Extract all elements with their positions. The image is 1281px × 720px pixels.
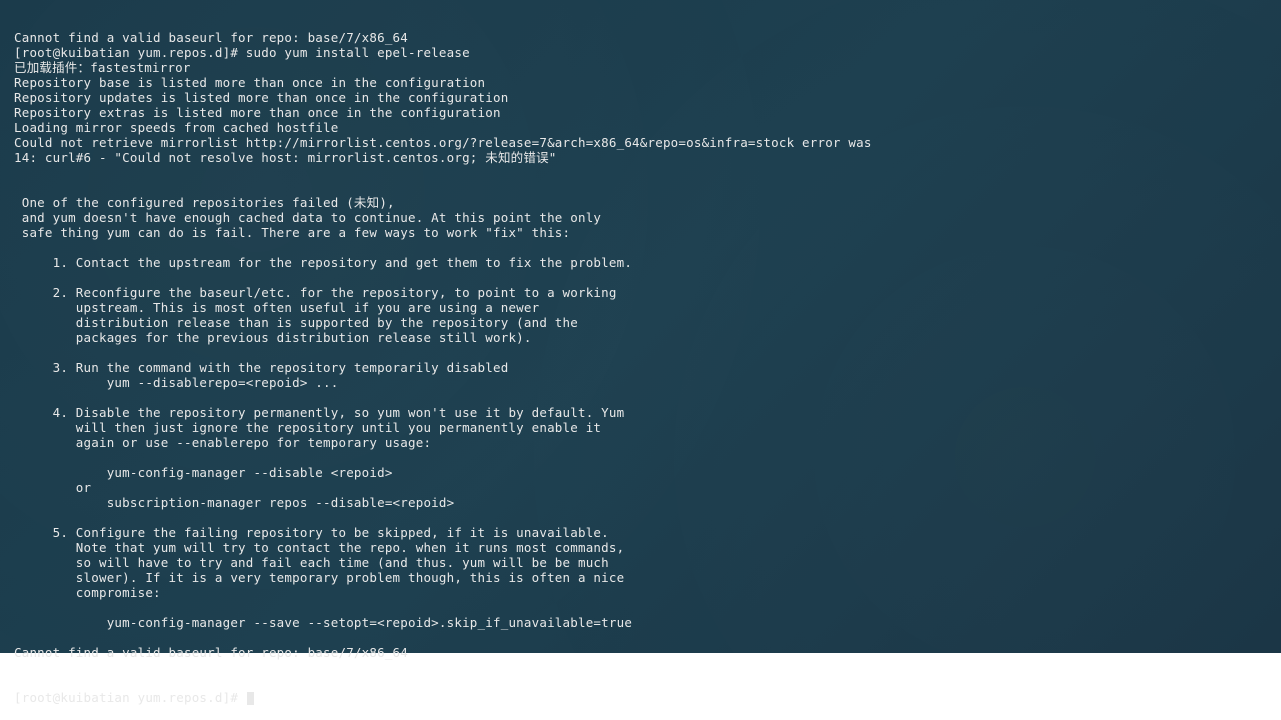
terminal-line: upstream. This is most often useful if y… [14, 300, 1267, 315]
terminal-line: Repository base is listed more than once… [14, 75, 1267, 90]
terminal-line: yum --disablerepo=<repoid> ... [14, 375, 1267, 390]
terminal-cursor [247, 692, 254, 705]
terminal-line: distribution release than is supported b… [14, 315, 1267, 330]
terminal-line: Cannot find a valid baseurl for repo: ba… [14, 30, 1267, 45]
terminal-line: Repository extras is listed more than on… [14, 105, 1267, 120]
terminal-line [14, 390, 1267, 405]
terminal-line: subscription-manager repos --disable=<re… [14, 495, 1267, 510]
terminal-line: so will have to try and fail each time (… [14, 555, 1267, 570]
terminal-prompt-line[interactable]: [root@kuibatian yum.repos.d]# [14, 690, 1267, 705]
terminal-line [14, 180, 1267, 195]
terminal-line: 已加载插件：fastestmirror [14, 60, 1267, 75]
terminal-line: will then just ignore the repository unt… [14, 420, 1267, 435]
terminal-line: [root@kuibatian yum.repos.d]# sudo yum i… [14, 45, 1267, 60]
terminal-line [14, 510, 1267, 525]
terminal-output[interactable]: Cannot find a valid baseurl for repo: ba… [0, 0, 1281, 720]
terminal-line: 4. Disable the repository permanently, s… [14, 405, 1267, 420]
terminal-line [14, 345, 1267, 360]
terminal-line: One of the configured repositories faile… [14, 195, 1267, 210]
terminal-line: yum-config-manager --disable <repoid> [14, 465, 1267, 480]
terminal-line: 1. Contact the upstream for the reposito… [14, 255, 1267, 270]
terminal-line: again or use --enablerepo for temporary … [14, 435, 1267, 450]
terminal-line: and yum doesn't have enough cached data … [14, 210, 1267, 225]
terminal-line: 2. Reconfigure the baseurl/etc. for the … [14, 285, 1267, 300]
terminal-line: 3. Run the command with the repository t… [14, 360, 1267, 375]
terminal-line [14, 630, 1267, 645]
terminal-line [14, 600, 1267, 615]
terminal-line: packages for the previous distribution r… [14, 330, 1267, 345]
terminal-line [14, 450, 1267, 465]
terminal-line [14, 165, 1267, 180]
terminal-line: 5. Configure the failing repository to b… [14, 525, 1267, 540]
terminal-line: Repository updates is listed more than o… [14, 90, 1267, 105]
terminal-line: or [14, 480, 1267, 495]
terminal-line: yum-config-manager --save --setopt=<repo… [14, 615, 1267, 630]
terminal-line: Could not retrieve mirrorlist http://mir… [14, 135, 1267, 150]
terminal-line: compromise: [14, 585, 1267, 600]
terminal-line: Note that yum will try to contact the re… [14, 540, 1267, 555]
terminal-line: slower). If it is a very temporary probl… [14, 570, 1267, 585]
terminal-line [14, 240, 1267, 255]
terminal-line [14, 270, 1267, 285]
terminal-line: 14: curl#6 - "Could not resolve host: mi… [14, 150, 1267, 165]
terminal-line: safe thing yum can do is fail. There are… [14, 225, 1267, 240]
shell-prompt: [root@kuibatian yum.repos.d]# [14, 690, 246, 705]
terminal-line: Loading mirror speeds from cached hostfi… [14, 120, 1267, 135]
